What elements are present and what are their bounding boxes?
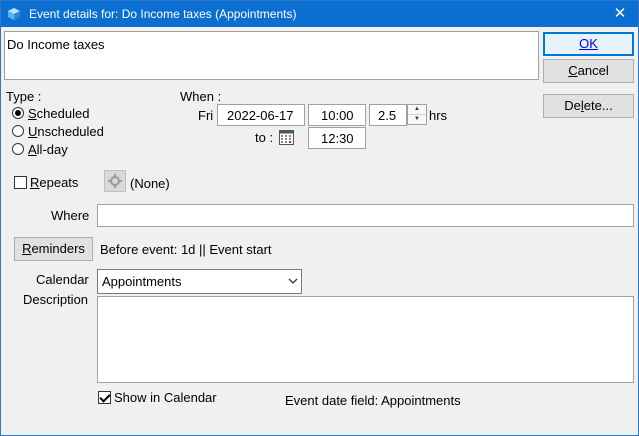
repeat-settings-button[interactable]	[104, 170, 126, 192]
calendar-label: Calendar	[36, 272, 89, 287]
title-bar: Event details for: Do Income taxes (Appo…	[1, 1, 638, 27]
where-field[interactable]	[97, 204, 634, 227]
event-name-text: Do Income taxes	[7, 37, 105, 52]
type-label: Type :	[6, 89, 42, 104]
date-value: 2022-06-17	[227, 108, 294, 123]
duration-spinner[interactable]: ▲ ▼	[407, 104, 427, 125]
calendar-select[interactable]: Appointments	[97, 269, 302, 294]
event-date-field-text: Event date field: Appointments	[285, 393, 461, 408]
close-icon[interactable]: ✕	[606, 3, 634, 25]
reminders-button-label: Reminders	[22, 241, 85, 256]
ok-button-label: OK	[579, 36, 598, 51]
when-label: When :	[180, 89, 222, 104]
start-time-field[interactable]: 10:00	[308, 104, 366, 126]
repeats-checkbox[interactable]	[14, 176, 27, 189]
reminders-summary: Before event: 1d || Event start	[100, 242, 272, 257]
event-name-field[interactable]: Do Income taxes	[4, 31, 539, 80]
day-label: Fri	[198, 108, 214, 123]
scheduled-radio[interactable]	[12, 107, 24, 119]
description-label: Description	[23, 292, 89, 307]
date-field[interactable]: 2022-06-17	[217, 104, 305, 126]
all-day-label: All-day	[28, 142, 68, 157]
description-field[interactable]	[97, 296, 634, 383]
repeats-label: Repeats	[30, 175, 79, 190]
calendar-value: Appointments	[102, 274, 182, 289]
end-time-value: 12:30	[321, 131, 354, 146]
spin-down-icon[interactable]: ▼	[408, 115, 426, 124]
calendar-picker-icon[interactable]	[279, 130, 294, 145]
reminders-button[interactable]: Reminders	[14, 237, 93, 261]
chevron-down-icon[interactable]	[287, 273, 299, 290]
where-label: Where	[51, 208, 90, 223]
ok-button[interactable]: OK	[543, 32, 634, 56]
scheduled-label: Scheduled	[28, 106, 90, 121]
show-in-calendar-checkbox[interactable]	[98, 391, 111, 404]
to-label: to :	[255, 130, 274, 145]
end-time-field[interactable]: 12:30	[308, 127, 366, 149]
unscheduled-radio[interactable]	[12, 125, 24, 137]
cancel-button-label: Cancel	[568, 63, 609, 78]
spin-up-icon[interactable]: ▲	[408, 105, 426, 115]
event-details-dialog: Event details for: Do Income taxes (Appo…	[0, 0, 639, 436]
app-cube-icon	[8, 8, 20, 20]
all-day-radio[interactable]	[12, 143, 24, 155]
duration-unit: hrs	[429, 108, 448, 123]
window-title: Event details for: Do Income taxes (Appo…	[29, 7, 297, 21]
duration-field[interactable]: 2.5	[369, 104, 407, 126]
unscheduled-label: Unscheduled	[28, 124, 104, 139]
show-in-calendar-label: Show in Calendar	[114, 390, 217, 405]
duration-value: 2.5	[378, 108, 397, 123]
delete-button[interactable]: Delete...	[543, 94, 634, 118]
repeat-gear-icon	[108, 174, 122, 188]
cancel-button[interactable]: Cancel	[543, 59, 634, 83]
delete-button-label: Delete...	[564, 98, 613, 113]
start-time-value: 10:00	[321, 108, 354, 123]
repeats-value: (None)	[130, 176, 170, 191]
